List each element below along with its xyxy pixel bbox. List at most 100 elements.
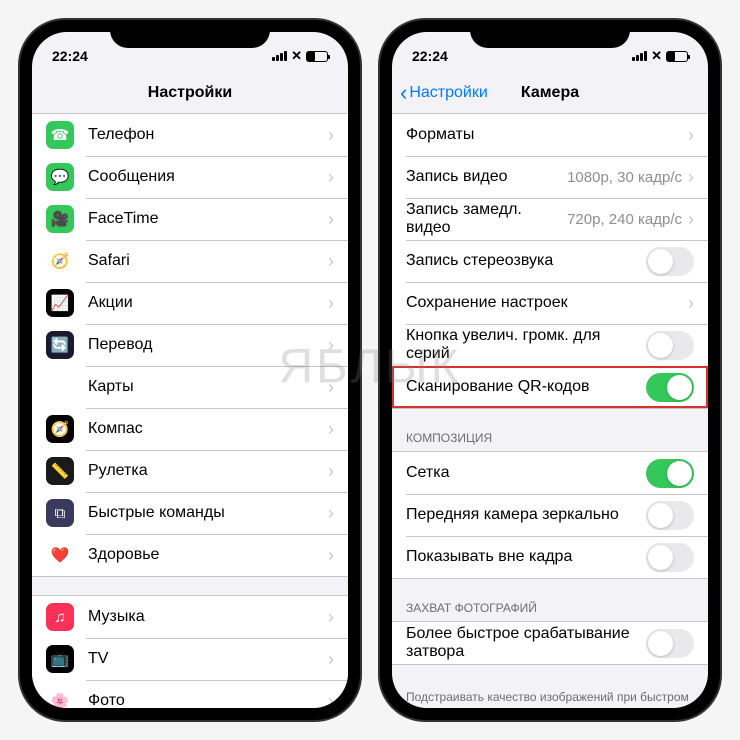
music-icon: ♫ bbox=[46, 603, 74, 631]
row-label: Сканирование QR-кодов bbox=[406, 378, 646, 396]
row-photos[interactable]: 🌸Фото› bbox=[32, 680, 348, 708]
row-label: Карты bbox=[88, 378, 328, 396]
toggle-knob bbox=[648, 249, 673, 274]
back-button[interactable]: ‹ Настройки bbox=[400, 80, 488, 106]
row-stereo[interactable]: Запись стереозвука bbox=[392, 240, 708, 282]
row-label: Музыка bbox=[88, 608, 328, 626]
phone-icon: ☎ bbox=[46, 121, 74, 149]
signal-icon bbox=[632, 51, 647, 61]
toggle-qr[interactable] bbox=[646, 373, 694, 402]
status-time: 22:24 bbox=[412, 48, 448, 64]
row-grid[interactable]: Сетка bbox=[392, 452, 708, 494]
chevron-right-icon: › bbox=[328, 691, 334, 709]
chevron-right-icon: › bbox=[328, 649, 334, 670]
translate-icon: 🔄 bbox=[46, 331, 74, 359]
back-label: Настройки bbox=[409, 84, 487, 102]
nav-bar: Настройки bbox=[32, 72, 348, 114]
row-tv[interactable]: 📺 TV› bbox=[32, 638, 348, 680]
chevron-right-icon: › bbox=[328, 503, 334, 524]
shortcuts-icon: ⧉ bbox=[46, 499, 74, 527]
row-translate[interactable]: 🔄 Перевод› bbox=[32, 324, 348, 366]
row-burst[interactable]: Кнопка увелич. громк. для серий bbox=[392, 324, 708, 366]
row-facetime[interactable]: 🎥FaceTime› bbox=[32, 198, 348, 240]
row-label: TV bbox=[88, 650, 328, 668]
chevron-right-icon: › bbox=[328, 125, 334, 146]
row-music[interactable]: ♫ Музыка› bbox=[32, 596, 348, 638]
chevron-right-icon: › bbox=[688, 125, 694, 146]
row-qr[interactable]: Сканирование QR-кодов bbox=[392, 366, 708, 408]
notch bbox=[110, 20, 270, 48]
chevron-right-icon: › bbox=[328, 209, 334, 230]
chevron-right-icon: › bbox=[328, 377, 334, 398]
signal-icon bbox=[272, 51, 287, 61]
row-label: Форматы bbox=[406, 126, 688, 144]
row-formats[interactable]: Форматы› bbox=[392, 114, 708, 156]
messages-icon: 💬 bbox=[46, 163, 74, 191]
row-maps[interactable]: 🗺Карты› bbox=[32, 366, 348, 408]
chevron-right-icon: › bbox=[328, 545, 334, 566]
chevron-right-icon: › bbox=[328, 419, 334, 440]
camera-settings-list[interactable]: Форматы›Запись видео1080p, 30 кадр/с›Зап… bbox=[392, 114, 708, 708]
row-label: Более быстрое срабатывание затвора bbox=[406, 625, 646, 661]
toggle-knob bbox=[648, 333, 673, 358]
row-messages[interactable]: 💬Сообщения› bbox=[32, 156, 348, 198]
chevron-right-icon: › bbox=[328, 607, 334, 628]
toggle-grid[interactable] bbox=[646, 459, 694, 488]
toggle-mirror[interactable] bbox=[646, 501, 694, 530]
toggle-stereo[interactable] bbox=[646, 247, 694, 276]
screen-right: 22:24 ✕ ‹ Настройки Камера Форматы›Запис… bbox=[392, 32, 708, 708]
row-label: Здоровье bbox=[88, 546, 328, 564]
photos-icon: 🌸 bbox=[46, 687, 74, 708]
row-slomo[interactable]: Запись замедл. видео720p, 240 кадр/с› bbox=[392, 198, 708, 240]
stocks-icon: 📈 bbox=[46, 289, 74, 317]
row-value: 720p, 240 кадр/с bbox=[567, 211, 682, 228]
row-label: Кнопка увелич. громк. для серий bbox=[406, 327, 646, 363]
row-mirror[interactable]: Передняя камера зеркально bbox=[392, 494, 708, 536]
screen-left: 22:24 ✕ Настройки ☎Телефон›💬Сообщения›🎥F… bbox=[32, 32, 348, 708]
wifi-icon: ✕ bbox=[291, 48, 302, 64]
row-fast[interactable]: Более быстрое срабатывание затвора bbox=[392, 622, 708, 664]
toggle-knob bbox=[648, 503, 673, 528]
row-label: Запись видео bbox=[406, 168, 567, 186]
row-outside[interactable]: Показывать вне кадра bbox=[392, 536, 708, 578]
row-health[interactable]: ❤️ Здоровье› bbox=[32, 534, 348, 576]
compass-icon: 🧭 bbox=[46, 415, 74, 443]
row-label: Safari bbox=[88, 252, 328, 270]
row-safari[interactable]: 🧭Safari› bbox=[32, 240, 348, 282]
section-header-composition: КОМПОЗИЦИЯ bbox=[392, 427, 708, 451]
page-title: Камера bbox=[521, 84, 579, 102]
row-compass[interactable]: 🧭Компас› bbox=[32, 408, 348, 450]
chevron-right-icon: › bbox=[688, 167, 694, 188]
row-label: Сетка bbox=[406, 464, 646, 482]
row-preserve[interactable]: Сохранение настроек› bbox=[392, 282, 708, 324]
row-label: Запись замедл. видео bbox=[406, 201, 567, 237]
row-stocks[interactable]: 📈Акции› bbox=[32, 282, 348, 324]
chevron-left-icon: ‹ bbox=[400, 80, 407, 106]
row-label: Сообщения bbox=[88, 168, 328, 186]
toggle-outside[interactable] bbox=[646, 543, 694, 572]
toggle-fast[interactable] bbox=[646, 629, 694, 658]
row-label: Телефон bbox=[88, 126, 328, 144]
page-title: Настройки bbox=[148, 84, 232, 102]
row-label: Сохранение настроек bbox=[406, 294, 688, 312]
toggle-knob bbox=[648, 545, 673, 570]
chevron-right-icon: › bbox=[328, 335, 334, 356]
row-label: Передняя камера зеркально bbox=[406, 506, 646, 524]
row-label: Акции bbox=[88, 294, 328, 312]
health-icon: ❤️ bbox=[46, 541, 74, 569]
row-label: Перевод bbox=[88, 336, 328, 354]
nav-bar: ‹ Настройки Камера bbox=[392, 72, 708, 114]
status-indicators: ✕ bbox=[632, 48, 688, 64]
row-video[interactable]: Запись видео1080p, 30 кадр/с › bbox=[392, 156, 708, 198]
chevron-right-icon: › bbox=[328, 251, 334, 272]
row-phone[interactable]: ☎ Телефон› bbox=[32, 114, 348, 156]
row-shortcuts[interactable]: ⧉Быстрые команды› bbox=[32, 492, 348, 534]
row-measure[interactable]: 📏Рулетка› bbox=[32, 450, 348, 492]
row-value: 1080p, 30 кадр/с bbox=[567, 169, 682, 186]
toggle-burst[interactable] bbox=[646, 331, 694, 360]
section-footer-fast: Подстраивать качество изображений при бы… bbox=[392, 683, 708, 708]
phone-right: 22:24 ✕ ‹ Настройки Камера Форматы›Запис… bbox=[380, 20, 720, 720]
settings-list[interactable]: ☎Телефон›💬Сообщения›🎥FaceTime›🧭Safari›📈А… bbox=[32, 114, 348, 708]
battery-icon bbox=[666, 51, 688, 62]
tv-icon: 📺 bbox=[46, 645, 74, 673]
